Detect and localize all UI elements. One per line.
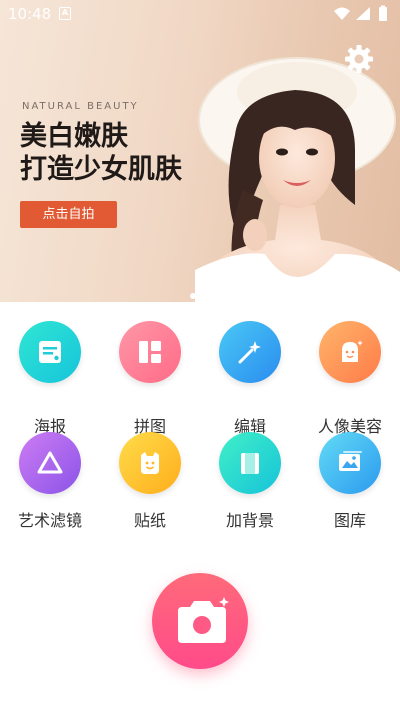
status-bar: 10:48 A: [0, 0, 400, 28]
tool-art-filter-label: 艺术滤镜: [17, 511, 82, 530]
background-icon: [219, 432, 281, 494]
banner-headline: 美白嫩肤 打造少女肌肤: [20, 120, 182, 186]
tool-art-filter[interactable]: 艺术滤镜: [0, 432, 100, 552]
tool-gallery-label: 图库: [333, 511, 366, 530]
tool-gallery[interactable]: 图库: [300, 432, 400, 552]
banner-dot-2[interactable]: [202, 293, 208, 299]
camera-button[interactable]: [152, 573, 248, 669]
model-portrait-image: [195, 57, 400, 302]
tool-edit[interactable]: 编辑: [200, 321, 300, 441]
settings-gear-icon[interactable]: [343, 43, 375, 75]
tool-add-background-label: 加背景: [225, 511, 274, 530]
tool-add-background[interactable]: 加背景: [200, 432, 300, 552]
status-time: 10:48: [8, 5, 52, 23]
poster-icon: [19, 321, 81, 383]
selfie-cta-button[interactable]: 点击自拍: [20, 201, 117, 228]
collage-icon: [119, 321, 181, 383]
portrait-beauty-icon: [319, 321, 381, 383]
banner-dot-1[interactable]: [190, 293, 196, 299]
gallery-icon: [319, 432, 381, 494]
tool-portrait-beauty[interactable]: 人像美容: [300, 321, 400, 441]
banner-tagline: NATURAL BEAUTY: [22, 101, 139, 112]
tool-poster[interactable]: 海报: [0, 321, 100, 441]
tool-collage[interactable]: 拼图: [100, 321, 200, 441]
triangle-filter-icon: [19, 432, 81, 494]
status-indicators-icon: [334, 5, 387, 21]
banner-headline-line2: 打造少女肌肤: [20, 154, 182, 185]
tool-sticker[interactable]: 贴纸: [100, 432, 200, 552]
camera-icon: [178, 597, 229, 643]
magic-wand-icon: [219, 321, 281, 383]
hero-banner[interactable]: 10:48 A NATURAL BEAUTY 美白嫩肤 打造少女肌肤 点击自拍: [0, 0, 400, 302]
tool-sticker-label: 贴纸: [133, 511, 166, 530]
notification-a-icon: A: [59, 7, 71, 20]
banner-headline-line1: 美白嫩肤: [20, 121, 128, 152]
banner-page-indicator: [190, 284, 214, 299]
sticker-icon: [119, 432, 181, 494]
